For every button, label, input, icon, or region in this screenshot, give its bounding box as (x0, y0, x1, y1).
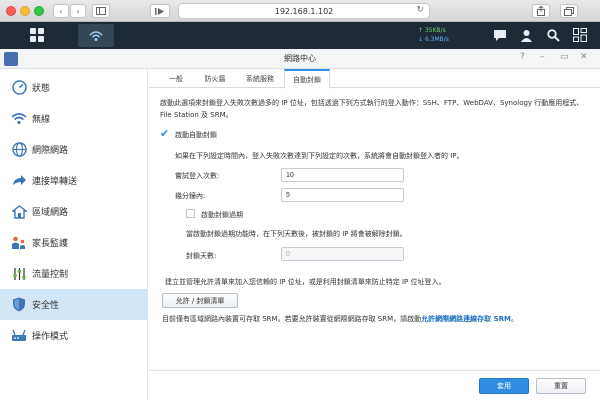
login-attempts-label: 嘗試登入次數: (175, 172, 220, 180)
minimize-window-button[interactable] (20, 6, 30, 16)
window-title: 網路中心 (284, 54, 316, 63)
close-icon[interactable]: ✕ (580, 52, 588, 62)
chevron-left-icon: ‹ (59, 6, 63, 16)
search-icon[interactable] (545, 27, 561, 43)
chat-icon[interactable] (492, 27, 508, 43)
share-button[interactable] (532, 4, 550, 18)
auto-block-description: 啟動此選項來封鎖登入失敗次數過多的 IP 位址，包括透過下列方式執行的登入動作：… (160, 99, 584, 119)
arrow-forward-icon (11, 173, 27, 189)
globe-icon (11, 142, 27, 158)
address-bar[interactable]: 192.168.1.102 ↻ (178, 3, 430, 19)
sidebar-item-status[interactable]: 狀態 (0, 72, 148, 103)
taskbar-app-network-center[interactable] (78, 24, 114, 47)
tab-auto-block[interactable]: 自動封鎖 (284, 69, 330, 89)
enable-autoblock-checkbox[interactable]: ✔ (160, 128, 169, 139)
apply-button[interactable]: 套用 (479, 378, 529, 394)
gauge-icon (11, 80, 27, 96)
url-text: 192.168.1.102 (274, 6, 334, 16)
block-days-label: 封鎖天數: (186, 252, 217, 260)
widgets-icon[interactable] (572, 27, 588, 43)
srm-note-text: 目前僅有區域網路內裝置可存取 SRM。若要允許裝置從網際網路存取 SRM，請啟動 (162, 315, 422, 323)
window-header: 網路中心 ? – ▭ ✕ (0, 49, 600, 69)
router-icon (11, 328, 27, 344)
allow-internet-srm-link[interactable]: 允許網際網路連線存取 SRM (421, 315, 511, 323)
tabs-icon (564, 6, 574, 16)
sidebar-item-local-network[interactable]: 區域網路 (0, 196, 148, 227)
minimize-icon[interactable]: – (540, 52, 545, 62)
tab-firewall[interactable]: 防火牆 (197, 69, 233, 88)
zoom-window-button[interactable] (34, 6, 44, 16)
block-days-input[interactable] (281, 247, 404, 261)
chevron-right-icon: › (76, 6, 80, 16)
sidebar-item-label: 區域網路 (32, 208, 69, 218)
wifi-icon (11, 111, 27, 127)
user-icon[interactable] (518, 27, 534, 43)
within-minutes-label: 幾分鐘內: (175, 192, 206, 200)
tab-services[interactable]: 系統服務 (239, 69, 281, 88)
sliders-icon (11, 266, 27, 282)
sidebar-item-internet[interactable]: 網際網路 (0, 134, 148, 165)
autoblock-hint: 如果在下列設定時間內，登入失敗次數達到下列設定的次數，系統將會自動封鎖登入者的 … (175, 152, 464, 160)
srm-access-note: 目前僅有區域網路內裝置可存取 SRM。若要允許裝置從網際網路存取 SRM，請啟動… (162, 314, 518, 324)
family-icon (11, 235, 27, 251)
media-button[interactable] (150, 4, 170, 18)
sidebar-item-wireless[interactable]: 無線 (0, 103, 148, 134)
tabs-button[interactable] (560, 4, 578, 18)
upload-arrow-icon: ↑ (418, 27, 424, 34)
dsm-taskbar: ↑ 35KB/s ↓ 6.3MB/s (0, 22, 600, 49)
reset-button[interactable]: 重置 (536, 378, 586, 394)
sidebar-item-label: 安全性 (32, 301, 60, 311)
within-minutes-input[interactable] (281, 188, 404, 202)
lan-icon (11, 204, 27, 220)
close-window-button[interactable] (6, 6, 16, 16)
network-speed: ↑ 35KB/s ↓ 6.3MB/s (418, 26, 449, 44)
sidebar-item-label: 網際網路 (32, 146, 69, 156)
allow-block-list-button[interactable]: 允許 / 封鎖清單 (162, 293, 238, 308)
footer-divider (149, 370, 600, 371)
enable-expiry-checkbox[interactable] (186, 209, 195, 218)
share-icon (537, 6, 545, 16)
upload-speed: 35KB/s (424, 27, 446, 34)
sidebar-item-parental-control[interactable]: 家長監護 (0, 227, 148, 258)
download-speed: 6.3MB/s (424, 36, 449, 43)
login-attempts-input[interactable] (281, 168, 404, 182)
srm-note-suffix: 。 (511, 315, 518, 323)
help-icon[interactable]: ? (520, 52, 525, 62)
sidebar-item-label: 家長監護 (32, 239, 69, 249)
list-hint: 建立並管理允許清單來加入您信賴的 IP 位址，或是利用封鎖清單來防止特定 IP … (165, 278, 446, 286)
sidebar: 狀態 無線 網際網路 連接埠轉送 區域網路 家長監護 流量控制 安全性 操作模式 (0, 69, 148, 400)
enable-expiry-label: 啟動封鎖過期 (201, 211, 243, 219)
sidebar-item-security[interactable]: 安全性 (0, 289, 148, 320)
download-arrow-icon: ↓ (418, 36, 424, 43)
sidebar-item-label: 狀態 (32, 84, 51, 94)
network-center-icon (89, 30, 103, 41)
expiry-hint: 當啟動封鎖過期功能時，在下列天數後，被封鎖的 IP 將會被解除封鎖。 (186, 230, 407, 238)
maximize-icon[interactable]: ▭ (560, 52, 569, 62)
sidebar-item-label: 無線 (32, 115, 51, 125)
sidebar-item-traffic-control[interactable]: 流量控制 (0, 258, 148, 289)
shield-icon (11, 297, 27, 313)
sidebar-item-operation-mode[interactable]: 操作模式 (0, 320, 148, 351)
enable-autoblock-label: 啟動自動封鎖 (175, 131, 217, 139)
tab-general[interactable]: 一般 (162, 69, 190, 88)
back-button[interactable]: ‹ (53, 4, 69, 18)
tab-bar: 一般 防火牆 系統服務 自動封鎖 (149, 69, 600, 89)
main-menu-icon[interactable] (30, 28, 44, 42)
sidebar-item-label: 連接埠轉送 (32, 177, 78, 187)
sidebar-item-port-forwarding[interactable]: 連接埠轉送 (0, 165, 148, 196)
sidebar-item-label: 流量控制 (32, 270, 69, 280)
sidebar-toggle-button[interactable] (92, 4, 110, 18)
play-pause-icon (155, 7, 164, 15)
sidebar-icon (96, 7, 106, 15)
browser-toolbar: ‹ › 192.168.1.102 ↻ (0, 0, 600, 22)
reload-icon[interactable]: ↻ (416, 5, 424, 15)
forward-button[interactable]: › (70, 4, 86, 18)
sidebar-item-label: 操作模式 (32, 332, 69, 342)
